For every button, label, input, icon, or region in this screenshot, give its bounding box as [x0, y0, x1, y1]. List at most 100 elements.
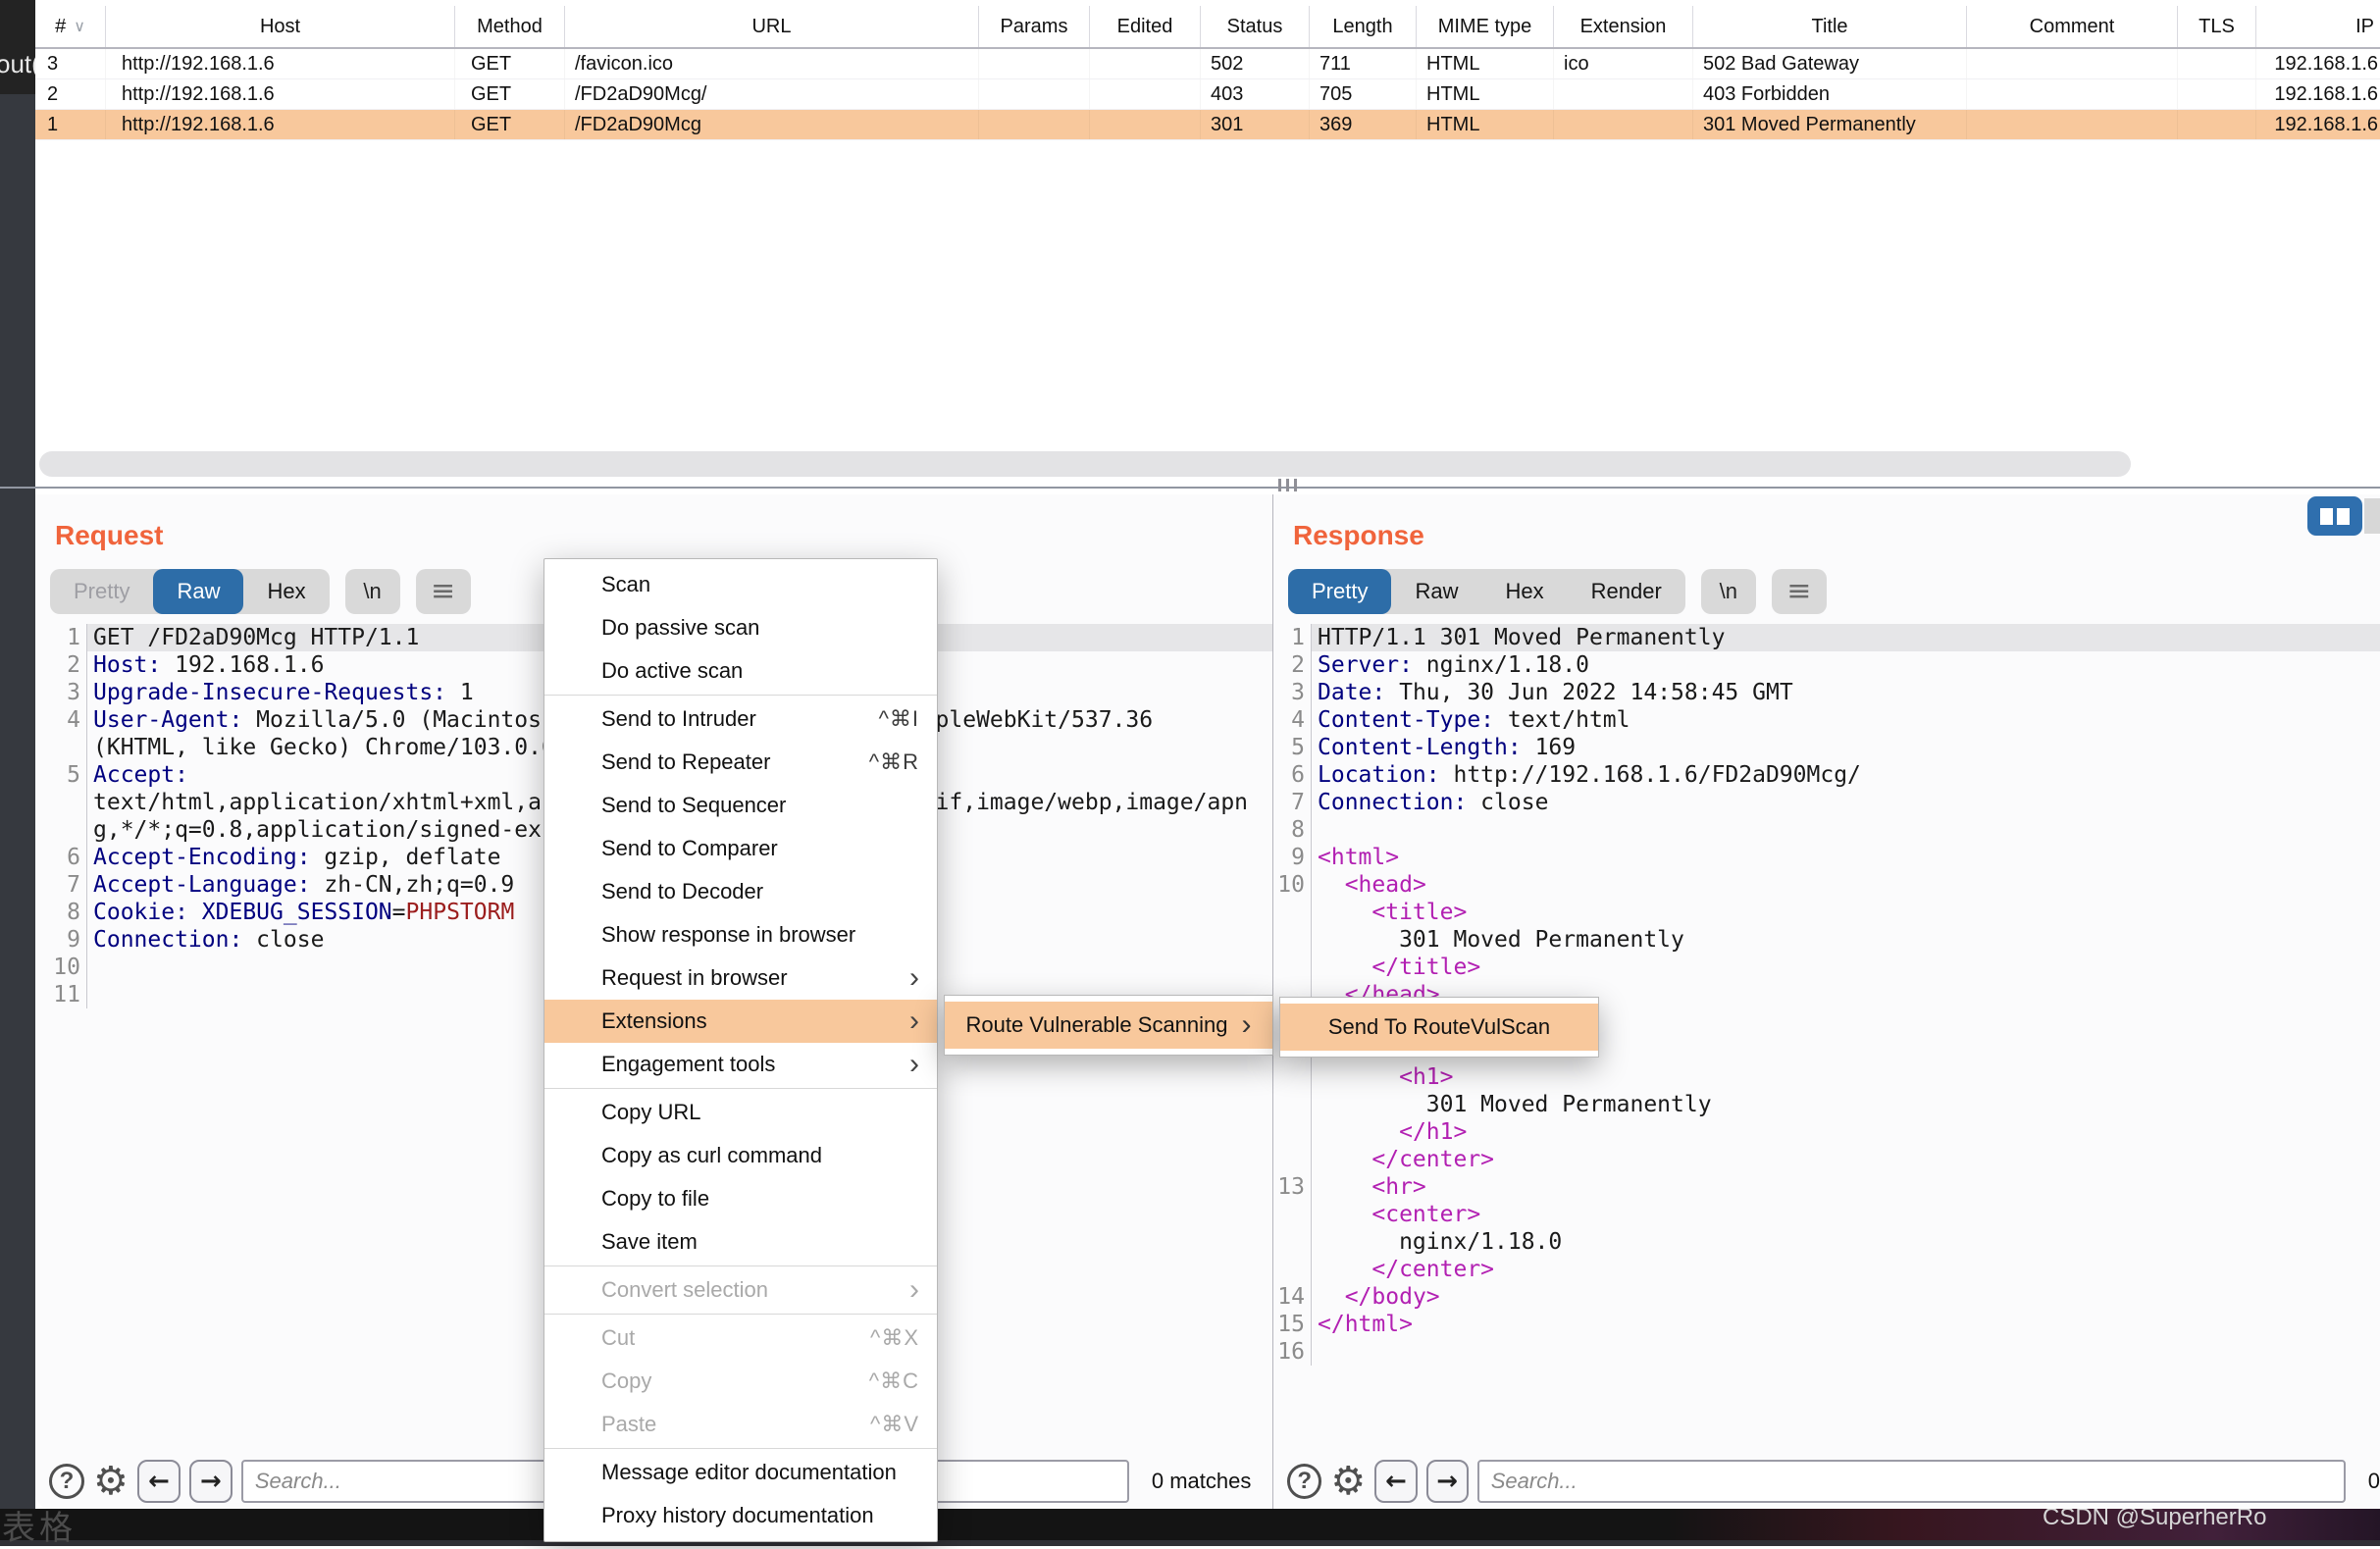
response-newline-toggle-button[interactable]: \n — [1701, 569, 1756, 614]
menu-item-convert-selection: Convert selection› — [544, 1268, 937, 1312]
column-header-title[interactable]: Title — [1693, 6, 1967, 47]
panel-splitter[interactable] — [0, 487, 2380, 489]
column-header-host[interactable]: Host — [106, 6, 455, 47]
gear-icon[interactable]: ⚙ — [93, 1464, 129, 1499]
line-number: 6 — [1273, 761, 1312, 789]
column-header-length[interactable]: Length — [1310, 6, 1417, 47]
menu-item-send-to-intruder[interactable]: Send to Intruder^⌘I — [544, 697, 937, 741]
table-cell: /favicon.ico — [565, 49, 979, 78]
menu-item-label: Route Vulnerable Scanning — [965, 1012, 1227, 1038]
tab-pretty[interactable]: Pretty — [1288, 569, 1391, 614]
prev-match-button[interactable]: ← — [1374, 1460, 1417, 1503]
menu-item-copy-as-curl-command[interactable]: Copy as curl command — [544, 1134, 937, 1177]
table-cell: /FD2aD90Mcg — [565, 110, 979, 139]
column-header--[interactable]: #∨ — [35, 6, 106, 47]
line-number — [1273, 926, 1312, 954]
menu-item-send-to-sequencer[interactable]: Send to Sequencer — [544, 784, 937, 827]
response-editor-menu-button[interactable]: ≡ — [1772, 569, 1827, 614]
column-header-ip[interactable]: IP — [2256, 6, 2380, 47]
table-cell: http://192.168.1.6 — [106, 110, 455, 139]
menu-item-label: Send To RouteVulScan — [1328, 1014, 1550, 1040]
help-icon[interactable]: ? — [49, 1464, 84, 1499]
column-header-method[interactable]: Method — [455, 6, 565, 47]
line-number: 2 — [1273, 651, 1312, 679]
response-tabs-row: PrettyRawHexRender \n ≡ — [1288, 569, 1827, 614]
column-header-url[interactable]: URL — [565, 6, 979, 47]
request-editor-menu-button[interactable]: ≡ — [416, 569, 471, 614]
menu-item-route-vulnerable-scanning[interactable]: Route Vulnerable Scanning› — [945, 1002, 1272, 1049]
line-text: nginx/1.18.0 — [1312, 1228, 2380, 1256]
table-row[interactable]: 3http://192.168.1.6GET/favicon.ico502711… — [35, 49, 2380, 79]
prev-match-button[interactable]: ← — [137, 1460, 181, 1503]
gear-icon[interactable]: ⚙ — [1330, 1464, 1366, 1499]
menu-item-engagement-tools[interactable]: Engagement tools› — [544, 1043, 937, 1086]
menu-shortcut: ^⌘X — [870, 1325, 919, 1351]
menu-item-label: Send to Sequencer — [601, 793, 919, 818]
editor-line: <center> — [1273, 1201, 2380, 1228]
editor-line: nginx/1.18.0 — [1273, 1228, 2380, 1256]
help-icon[interactable]: ? — [1287, 1464, 1321, 1499]
column-header-status[interactable]: Status — [1201, 6, 1310, 47]
menu-item-extensions[interactable]: Extensions› — [544, 1000, 937, 1043]
menu-item-send-to-routevulscan[interactable]: Send To RouteVulScan — [1280, 1004, 1598, 1051]
response-search-input[interactable] — [1477, 1460, 2346, 1503]
editor-line: 301 Moved Permanently — [1273, 1091, 2380, 1118]
tab-raw[interactable]: Raw — [1391, 569, 1481, 614]
line-text: </title> — [1312, 954, 2380, 981]
table-row[interactable]: 2http://192.168.1.6GET/FD2aD90Mcg/403705… — [35, 79, 2380, 110]
line-text: Server: nginx/1.18.0 — [1312, 651, 2380, 679]
editor-line: 6Location: http://192.168.1.6/FD2aD90Mcg… — [1273, 761, 2380, 789]
menu-item-copy-to-file[interactable]: Copy to file — [544, 1177, 937, 1220]
line-number: 1 — [35, 624, 87, 651]
tab-raw[interactable]: Raw — [153, 569, 243, 614]
sidebar-partial-text: out( — [0, 49, 35, 79]
splitter-grip[interactable] — [1286, 479, 1289, 491]
menu-item-do-active-scan[interactable]: Do active scan — [544, 649, 937, 693]
table-cell: GET — [455, 49, 565, 78]
menu-item-send-to-decoder[interactable]: Send to Decoder — [544, 870, 937, 913]
splitter-grip[interactable] — [1294, 479, 1297, 491]
next-match-button[interactable]: → — [189, 1460, 233, 1503]
menu-item-proxy-history-documentation[interactable]: Proxy history documentation — [544, 1494, 937, 1537]
column-header-edited[interactable]: Edited — [1090, 6, 1201, 47]
table-cell: http://192.168.1.6 — [106, 79, 455, 109]
column-header-params[interactable]: Params — [979, 6, 1090, 47]
menu-item-label: Do active scan — [601, 658, 919, 684]
layout-button-sliver[interactable] — [2364, 498, 2380, 534]
column-header-comment[interactable]: Comment — [1967, 6, 2178, 47]
menu-shortcut: ^⌘V — [870, 1412, 919, 1437]
menu-item-send-to-comparer[interactable]: Send to Comparer — [544, 827, 937, 870]
line-number — [35, 789, 87, 816]
menu-item-label: Do passive scan — [601, 615, 919, 641]
editor-line: </h1> — [1273, 1118, 2380, 1146]
tab-hex[interactable]: Hex — [1481, 569, 1567, 614]
line-number: 1 — [1273, 624, 1312, 651]
line-text: <hr> — [1312, 1173, 2380, 1201]
menu-item-label: Send to Repeater — [601, 749, 869, 775]
line-text: <title> — [1312, 899, 2380, 926]
splitter-grip[interactable] — [1278, 479, 1281, 491]
menu-item-scan[interactable]: Scan — [544, 563, 937, 606]
tab-render[interactable]: Render — [1568, 569, 1685, 614]
response-editor[interactable]: 1HTTP/1.1 301 Moved Permanently2Server: … — [1273, 624, 2380, 1366]
next-match-button[interactable]: → — [1426, 1460, 1469, 1503]
menu-item-copy-url[interactable]: Copy URL — [544, 1091, 937, 1134]
request-tab-group: PrettyRawHex — [50, 569, 330, 614]
left-sidebar: out( — [0, 0, 35, 1546]
menu-item-show-response-in-browser[interactable]: Show response in browser — [544, 913, 937, 956]
menu-item-do-passive-scan[interactable]: Do passive scan — [544, 606, 937, 649]
table-cell: 192.168.1.6 — [2256, 49, 2380, 78]
column-header-tls[interactable]: TLS — [2178, 6, 2256, 47]
menu-item-request-in-browser[interactable]: Request in browser› — [544, 956, 937, 1000]
split-panes-layout-icon[interactable] — [2307, 496, 2362, 536]
horizontal-scrollbar-thumb[interactable] — [39, 451, 2131, 477]
menu-item-save-item[interactable]: Save item — [544, 1220, 937, 1264]
menu-item-send-to-repeater[interactable]: Send to Repeater^⌘R — [544, 741, 937, 784]
column-header-extension[interactable]: Extension — [1554, 6, 1693, 47]
tab-pretty[interactable]: Pretty — [50, 569, 153, 614]
menu-item-message-editor-documentation[interactable]: Message editor documentation — [544, 1451, 937, 1494]
request-newline-toggle-button[interactable]: \n — [345, 569, 400, 614]
table-row[interactable]: 1http://192.168.1.6GET/FD2aD90Mcg301369H… — [35, 110, 2380, 140]
tab-hex[interactable]: Hex — [243, 569, 329, 614]
column-header-mime-type[interactable]: MIME type — [1417, 6, 1554, 47]
